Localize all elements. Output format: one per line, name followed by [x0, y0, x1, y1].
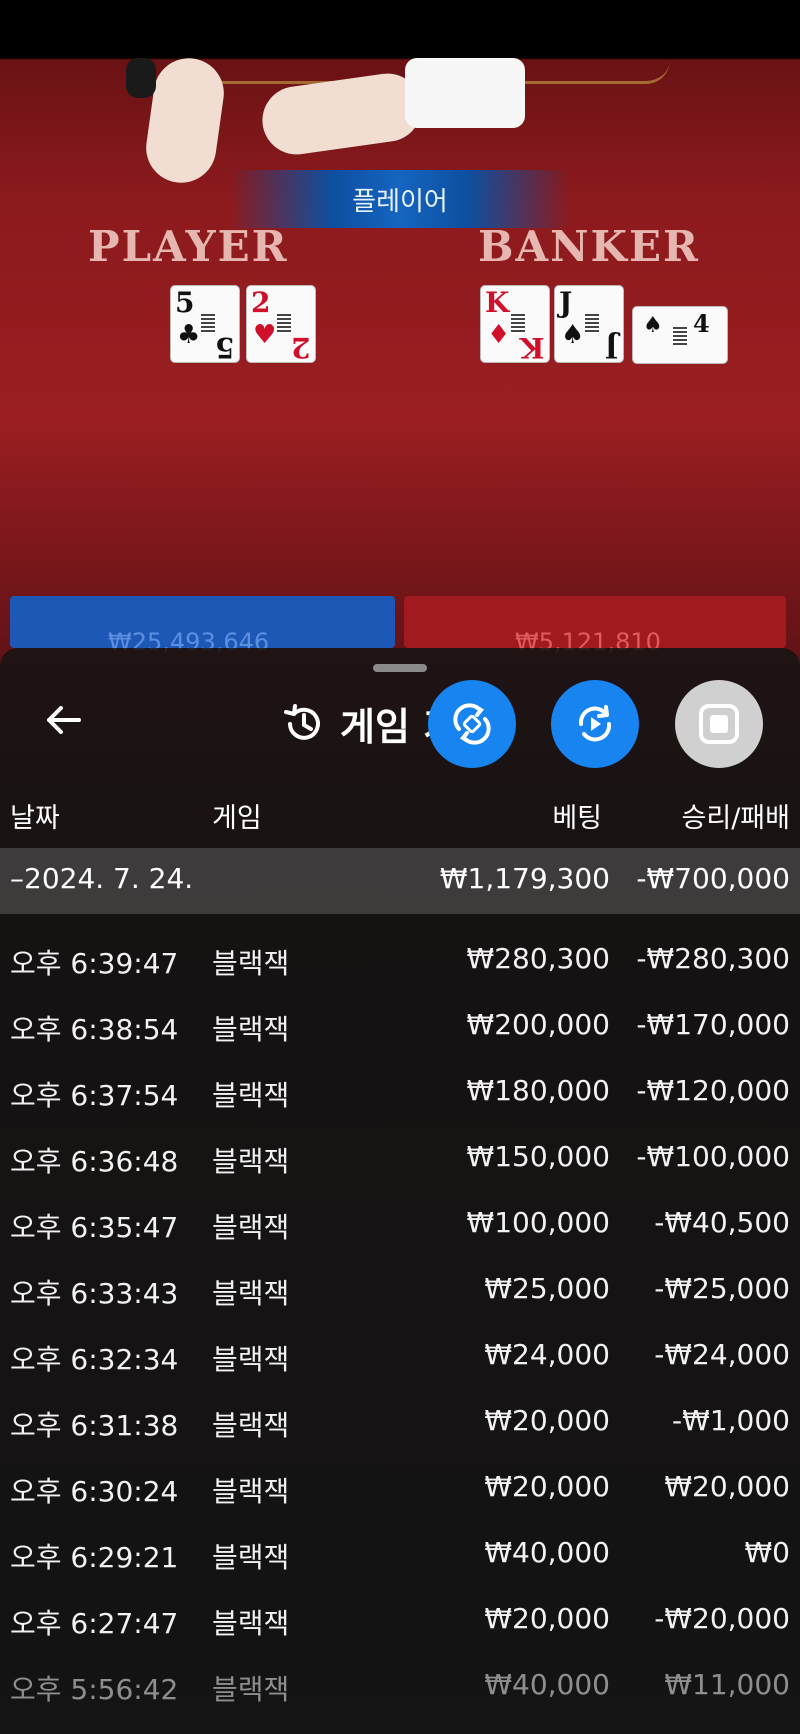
- row-time: 오후 6:29:21: [10, 1541, 179, 1574]
- history-row[interactable]: 오후 6:39:47 블랙잭 ₩280,300 -₩280,300: [0, 932, 800, 998]
- game-history-sheet: 게임 기록 날짜 게임 베팅 승리/패배 –2024. 7. 24. ₩1,17…: [0, 648, 800, 1734]
- history-row[interactable]: 오후 6:29:21 블랙잭 ₩40,000 ₩0: [0, 1526, 800, 1592]
- history-row[interactable]: 오후 6:36:48 블랙잭 ₩150,000 -₩100,000: [0, 1130, 800, 1196]
- player-card-1: 5 ♣ 5: [170, 285, 240, 364]
- history-row[interactable]: 오후 6:27:47 블랙잭 ₩20,000 -₩20,000: [0, 1592, 800, 1658]
- history-row[interactable]: 오후 5:56:42 블랙잭 ₩40,000 ₩11,000: [0, 1658, 800, 1724]
- row-time: 오후 6:35:47: [10, 1211, 179, 1244]
- rotate-button[interactable]: [428, 680, 516, 768]
- stop-button[interactable]: [675, 680, 763, 768]
- row-game: 블랙잭: [212, 1079, 290, 1112]
- row-bet: ₩100,000: [466, 1206, 610, 1239]
- row-bet: ₩20,000: [484, 1602, 610, 1635]
- row-result: -₩1,000: [672, 1404, 790, 1437]
- row-bet: ₩180,000: [466, 1074, 610, 1107]
- banker-card-2: J ♠ J: [554, 285, 624, 364]
- row-game: 블랙잭: [212, 1607, 290, 1640]
- row-bet: ₩25,000: [484, 1272, 610, 1305]
- row-result: -₩170,000: [636, 1008, 790, 1041]
- row-time: 오후 6:30:24: [10, 1475, 179, 1508]
- row-game: 블랙잭: [212, 1475, 290, 1508]
- history-row[interactable]: 오후 6:35:47 블랙잭 ₩100,000 -₩40,500: [0, 1196, 800, 1262]
- row-bet: ₩40,000: [484, 1536, 610, 1569]
- stop-icon: [699, 704, 739, 744]
- player-card-2: 2 ♥ 2: [246, 285, 316, 364]
- replay-button[interactable]: [551, 680, 639, 768]
- row-result: -₩100,000: [636, 1140, 790, 1173]
- row-time: 오후 6:39:47: [10, 947, 179, 980]
- col-game: 게임: [212, 803, 262, 834]
- row-game: 블랙잭: [212, 1409, 290, 1442]
- row-game: 블랙잭: [212, 1211, 290, 1244]
- history-row[interactable]: 오후 6:32:34 블랙잭 ₩24,000 -₩24,000: [0, 1328, 800, 1394]
- row-game: 블랙잭: [212, 1541, 290, 1574]
- row-result: ₩20,000: [664, 1470, 790, 1503]
- history-row[interactable]: 오후 6:37:54 블랙잭 ₩180,000 -₩120,000: [0, 1064, 800, 1130]
- date-group-result-total: -₩700,000: [636, 862, 790, 895]
- banker-card-1: K ♦ K: [480, 285, 550, 364]
- row-bet: ₩20,000: [484, 1470, 610, 1503]
- row-time: 오후 5:56:42: [10, 1673, 179, 1706]
- player-label: PLAYER: [88, 222, 289, 271]
- banker-card-3: 4 ♠: [632, 306, 728, 364]
- row-time: 오후 6:31:38: [10, 1409, 179, 1442]
- row-game: 블랙잭: [212, 1673, 290, 1706]
- row-result: ₩0: [744, 1536, 791, 1569]
- row-bet: ₩200,000: [466, 1008, 610, 1041]
- history-icon: [284, 703, 320, 740]
- row-result: -₩120,000: [636, 1074, 790, 1107]
- row-result: -₩25,000: [654, 1272, 790, 1305]
- row-bet: ₩150,000: [466, 1140, 610, 1173]
- sheet-drag-handle[interactable]: [373, 664, 427, 672]
- dealer-sleeve-left: [126, 58, 156, 98]
- row-time: 오후 6:36:48: [10, 1145, 179, 1178]
- row-bet: ₩280,300: [466, 942, 610, 975]
- history-table-header: 날짜 게임 베팅 승리/패배: [0, 796, 800, 848]
- row-time: 오후 6:32:34: [10, 1343, 179, 1376]
- arrow-left-icon: [47, 706, 81, 734]
- bet-totals-row: ₩25,493,646 ₩5,121,810: [0, 596, 800, 656]
- row-game: 블랙잭: [212, 1145, 290, 1178]
- row-game: 블랙잭: [212, 947, 290, 980]
- history-row[interactable]: 오후 6:33:43 블랙잭 ₩25,000 -₩25,000: [0, 1262, 800, 1328]
- row-time: 오후 6:37:54: [10, 1079, 179, 1112]
- row-bet: ₩24,000: [484, 1338, 610, 1371]
- row-game: 블랙잭: [212, 1277, 290, 1310]
- dealer-sleeve: [405, 58, 525, 128]
- replay-icon: [578, 705, 612, 742]
- round-result-banner: 플레이어: [230, 170, 570, 228]
- row-result: -₩40,500: [654, 1206, 790, 1239]
- row-game: 블랙잭: [212, 1343, 290, 1376]
- row-game: 블랙잭: [212, 1013, 290, 1046]
- history-row[interactable]: 오후 6:31:38 블랙잭 ₩20,000 -₩1,000: [0, 1394, 800, 1460]
- date-group-label: –2024. 7. 24.: [10, 862, 194, 895]
- col-date: 날짜: [10, 803, 60, 834]
- row-bet: ₩40,000: [484, 1668, 610, 1701]
- row-time: 오후 6:33:43: [10, 1277, 179, 1310]
- row-result: -₩280,300: [636, 942, 790, 975]
- row-result: ₩11,000: [664, 1668, 790, 1701]
- col-result: 승리/패배: [681, 803, 790, 834]
- history-row[interactable]: 오후 6:38:54 블랙잭 ₩200,000 -₩170,000: [0, 998, 800, 1064]
- col-bet: 베팅: [552, 803, 602, 834]
- banker-label: BANKER: [478, 222, 700, 271]
- history-row[interactable]: 오후 6:30:24 블랙잭 ₩20,000 ₩20,000: [0, 1460, 800, 1526]
- row-result: -₩24,000: [654, 1338, 790, 1371]
- row-bet: ₩20,000: [484, 1404, 610, 1437]
- date-group-row[interactable]: –2024. 7. 24. ₩1,179,300 -₩700,000: [0, 848, 800, 914]
- row-time: 오후 6:27:47: [10, 1607, 179, 1640]
- row-time: 오후 6:38:54: [10, 1013, 179, 1046]
- date-group-bet-total: ₩1,179,300: [439, 862, 610, 895]
- rotate-icon: [453, 703, 491, 745]
- row-result: -₩20,000: [654, 1602, 790, 1635]
- back-button[interactable]: [30, 692, 96, 748]
